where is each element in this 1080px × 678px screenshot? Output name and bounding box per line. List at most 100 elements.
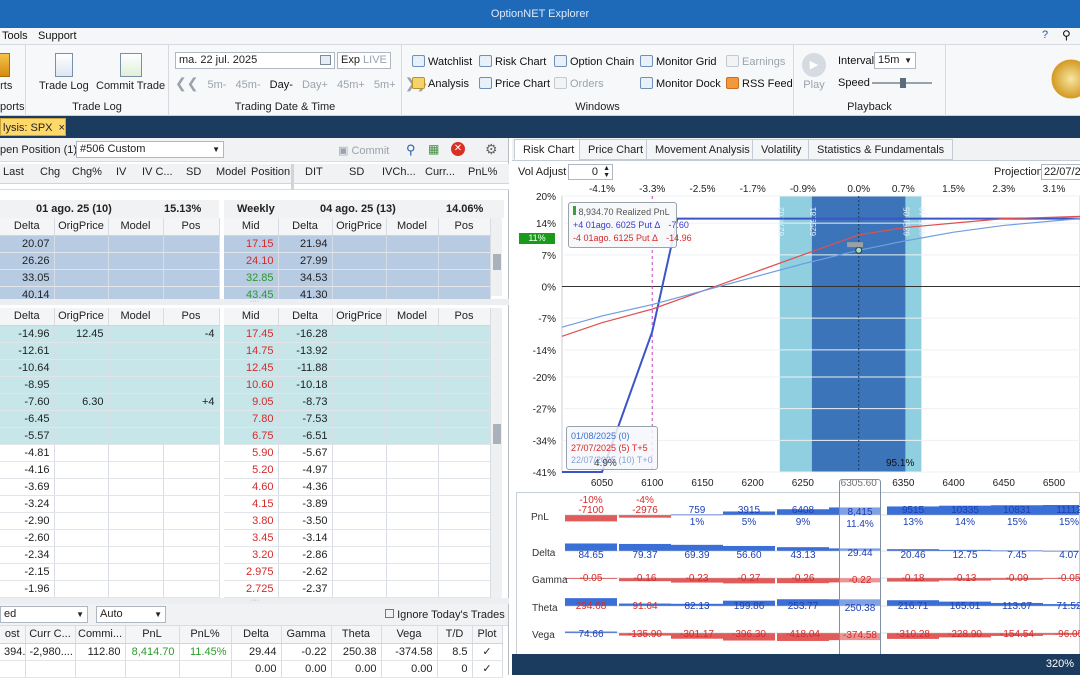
commit-button[interactable]: ▣ Commit <box>338 144 389 157</box>
table-row[interactable]: -2.90 <box>0 512 220 530</box>
table-row[interactable]: -2.60 <box>0 529 220 547</box>
tab-risk-chart[interactable]: Risk Chart <box>514 139 584 160</box>
hdr-last[interactable]: Last <box>3 166 24 178</box>
orders-button[interactable]: Orders <box>554 77 604 90</box>
table-row[interactable]: 10.60 -10.18 <box>224 376 491 394</box>
positions-col-header[interactable]: PnL <box>125 626 180 644</box>
trading-date-input[interactable]: ma. 22 jul. 2025 <box>175 52 335 69</box>
table-row[interactable]: -1.96 <box>0 580 220 598</box>
puts-scrollbar[interactable] <box>490 308 502 598</box>
col-origprice[interactable]: OrigPrice <box>332 218 387 236</box>
table-row[interactable]: 0.00 0.00 0.00 0.00 0 ✓ <box>0 660 503 678</box>
projection-date-input[interactable]: 22/07/2 <box>1041 164 1080 180</box>
col-delta[interactable]: Delta <box>0 308 55 326</box>
ignore-todays-trades-checkbox[interactable]: Ignore Today's Trades <box>385 609 505 621</box>
interval-select[interactable]: 15m ▼ <box>874 52 916 69</box>
positions-col-header[interactable]: Delta <box>231 626 282 644</box>
imports-button[interactable]: orts <box>0 53 12 92</box>
summary-splitter[interactable] <box>291 164 294 190</box>
col-pos[interactable]: Pos <box>438 308 491 326</box>
hdr-iv[interactable]: IV <box>116 166 126 178</box>
table-row[interactable]: 17.15 21.94 <box>224 235 491 253</box>
menu-support[interactable]: Support <box>38 30 77 42</box>
table-row[interactable]: -4.16 <box>0 461 220 479</box>
calls-scrollbar[interactable] <box>490 218 502 296</box>
step-5m-back[interactable]: 5m- <box>208 79 227 91</box>
table-row[interactable]: -2.34 <box>0 546 220 564</box>
tab-movement-analysis[interactable]: Movement Analysis <box>646 139 759 160</box>
table-row[interactable]: 26.26 <box>0 252 220 270</box>
option-chain-button[interactable]: Option Chain <box>554 55 634 68</box>
table-row[interactable]: -3.24 <box>0 495 220 513</box>
tab-price-chart[interactable]: Price Chart <box>579 139 653 160</box>
table-row[interactable]: 5.20 -4.97 <box>224 461 491 479</box>
table-row[interactable]: -7.60 6.30 +4 <box>0 393 220 411</box>
tab-volatility[interactable]: Volatility <box>752 139 811 160</box>
table-row[interactable]: 3.80 -3.50 <box>224 512 491 530</box>
table-row[interactable]: 14.75 -13.92 <box>224 342 491 360</box>
col-delta[interactable]: Delta <box>278 218 333 236</box>
table-row[interactable]: -4.81 <box>0 444 220 462</box>
table-row[interactable]: 4.60 -4.36 <box>224 478 491 496</box>
hdr-position[interactable]: Position <box>251 166 290 178</box>
calls-puts-splitter[interactable]: ···· <box>0 298 509 305</box>
table-row[interactable]: -3.69 <box>0 478 220 496</box>
pin-icon[interactable]: ⚲ <box>1062 28 1071 42</box>
earnings-button[interactable]: Earnings <box>726 55 785 68</box>
table-row[interactable]: 2.975 -2.62 <box>224 563 491 581</box>
table-row[interactable]: -10.64 <box>0 359 220 377</box>
table-row[interactable]: -14.96 12.45 -4 <box>0 325 220 343</box>
hdr-iv-change2[interactable]: IVCh... <box>382 166 416 178</box>
auto-select[interactable]: Auto ▼ <box>96 606 166 623</box>
hdr-pnl-pct[interactable]: PnL% <box>468 166 497 178</box>
table-row[interactable]: 24.10 27.99 <box>224 252 491 270</box>
hdr-model[interactable]: Model <box>216 166 246 178</box>
commit-trade-button[interactable]: Commit Trade <box>96 53 165 92</box>
speed-slider[interactable] <box>872 78 932 88</box>
hdr-sd2[interactable]: SD <box>349 166 364 178</box>
positions-col-header[interactable]: Vega <box>381 626 438 644</box>
col-origprice[interactable]: OrigPrice <box>54 218 109 236</box>
watchlist-button[interactable]: Watchlist <box>412 55 472 68</box>
step-day-forward[interactable]: Day+ <box>302 79 328 91</box>
table-row[interactable]: 9.05 -8.73 <box>224 393 491 411</box>
positions-col-header[interactable]: Plot <box>472 626 503 644</box>
table-row[interactable]: 3.45 -3.14 <box>224 529 491 547</box>
position-select[interactable]: #506 Custom ▼ <box>76 141 224 158</box>
table-row[interactable]: -12.61 <box>0 342 220 360</box>
rss-feed-button[interactable]: RSS Feed <box>726 77 793 90</box>
table-row[interactable]: -8.95 <box>0 376 220 394</box>
delete-icon[interactable]: ✕ <box>451 142 465 156</box>
table-row[interactable]: 394...-2,980....112.808,414.7011.45%29.4… <box>0 643 503 661</box>
col-pos[interactable]: Pos <box>438 218 491 236</box>
step-45m-forward[interactable]: 45m+ <box>337 79 365 91</box>
table-row[interactable]: 3.20 -2.86 <box>224 546 491 564</box>
hdr-iv-change[interactable]: IV C... <box>142 166 173 178</box>
table-row[interactable]: -5.57 <box>0 427 220 445</box>
positions-col-header[interactable]: PnL% <box>179 626 232 644</box>
table-row[interactable]: 33.05 <box>0 269 220 287</box>
positions-col-header[interactable]: T/D <box>437 626 473 644</box>
gear-icon[interactable]: ⚙ <box>485 141 498 158</box>
help-menu[interactable]: ? <box>1042 29 1048 41</box>
hdr-chg[interactable]: Chg <box>40 166 60 178</box>
positions-col-header[interactable]: ost <box>0 626 26 644</box>
col-mid[interactable]: Mid <box>224 218 279 236</box>
analysis-tab[interactable]: lysis: SPX × <box>0 118 66 136</box>
table-row[interactable]: 2.725 -2.37 <box>224 580 491 598</box>
positions-col-header[interactable]: Commi... <box>75 626 126 644</box>
table-row[interactable]: 32.85 34.53 <box>224 269 491 287</box>
tab-statistics[interactable]: Statistics & Fundamentals <box>808 139 954 160</box>
risk-chart-button[interactable]: Risk Chart <box>479 55 546 68</box>
search-icon[interactable]: ⚲ <box>406 142 416 158</box>
analysis-button[interactable]: Analysis <box>412 77 469 90</box>
hdr-sd[interactable]: SD <box>186 166 201 178</box>
col-model[interactable]: Model <box>108 218 164 236</box>
positions-col-header[interactable]: Gamma <box>281 626 332 644</box>
grid-icon[interactable]: ▦ <box>428 142 439 156</box>
exp-live-toggle[interactable]: Exp LIVE <box>337 52 391 69</box>
table-row[interactable]: 6.75 -6.51 <box>224 427 491 445</box>
menu-tools[interactable]: Tools <box>2 30 28 42</box>
hdr-current[interactable]: Curr... <box>425 166 455 178</box>
col-model[interactable]: Model <box>108 308 164 326</box>
